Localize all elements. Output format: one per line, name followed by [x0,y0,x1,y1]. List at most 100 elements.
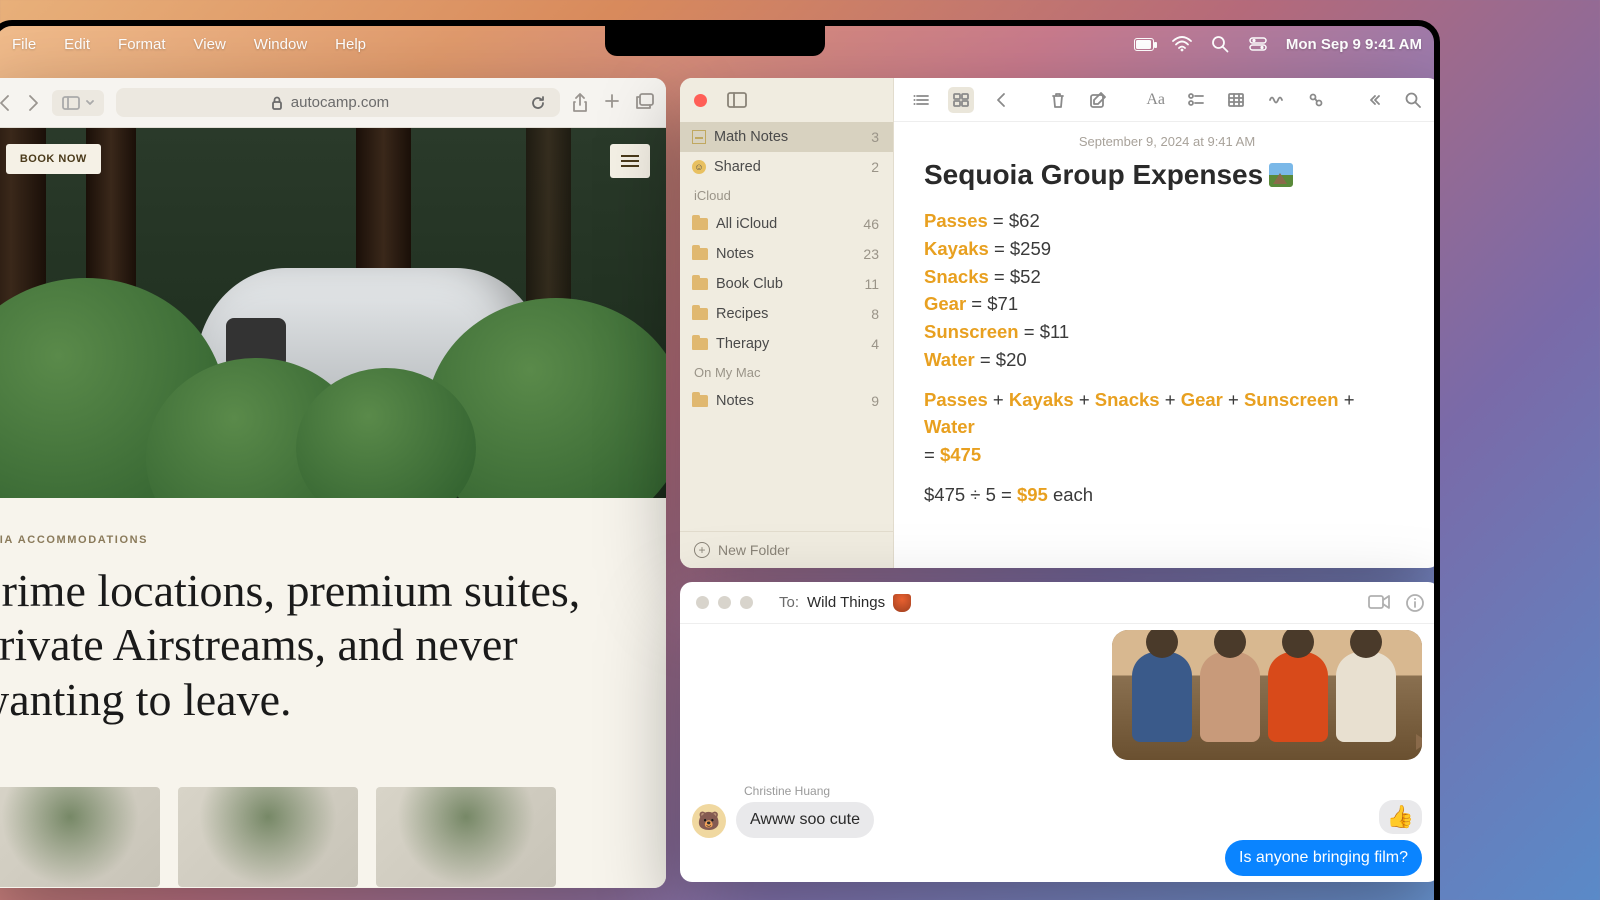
new-tab-icon[interactable] [604,93,620,113]
media-icon[interactable] [1263,87,1289,113]
tapback-reaction[interactable]: 👍 [1379,800,1422,834]
sidebar-item-all-icloud[interactable]: All iCloud46 [680,209,893,239]
safari-url-text: autocamp.com [291,94,389,111]
list-view-icon[interactable] [908,87,934,113]
folder-icon [692,218,708,230]
window-zoom-button[interactable] [740,596,753,609]
incoming-bubble[interactable]: Awww soo cute [736,802,874,838]
safari-right-buttons [572,93,654,113]
messages-to-field[interactable]: To: Wild Things [779,594,911,612]
folder-icon [692,338,708,350]
facetime-icon[interactable] [1368,594,1390,612]
menu-window[interactable]: Window [242,32,319,57]
more-icon[interactable] [1360,87,1386,113]
sidebar-item-notes[interactable]: Notes23 [680,239,893,269]
page-headline: Prime locations, premium suites, private… [0,564,616,727]
menu-edit[interactable]: Edit [52,32,102,57]
math-icon [692,130,706,144]
chevron-down-icon [86,100,94,106]
control-center-icon[interactable] [1248,34,1268,54]
sender-avatar[interactable]: 🐻 [692,804,726,838]
battery-icon[interactable] [1134,34,1154,54]
mountain-emoji-icon [1269,163,1293,187]
thumbnails-row [0,787,666,887]
lock-icon [271,96,283,110]
safari-forward-button[interactable] [26,94,40,112]
sender-name: Christine Huang [744,784,874,798]
menubar-clock[interactable]: Mon Sep 9 9:41 AM [1286,36,1422,53]
outgoing-photo-message[interactable] [1112,630,1422,760]
window-close-button[interactable] [696,596,709,609]
menubar-left: File Edit Format View Window Help [0,32,378,57]
back-icon[interactable] [988,87,1014,113]
sidebar-section-onmymac: On My Mac [680,359,893,386]
safari-address-bar[interactable]: autocamp.com [116,88,560,117]
menu-file[interactable]: File [0,32,48,57]
sidebar-item-recipes[interactable]: Recipes8 [680,299,893,329]
note-editor[interactable]: September 9, 2024 at 9:41 AM Sequoia Gro… [894,122,1434,529]
new-folder-button[interactable]: + New Folder [680,531,893,568]
menu-format[interactable]: Format [106,32,178,57]
messages-window: To: Wild Things 🐻 [680,582,1434,882]
plus-circle-icon: + [694,542,710,558]
format-text-icon[interactable]: Aa [1143,87,1169,113]
safari-nav-buttons [0,94,40,112]
accommodation-thumbnail[interactable] [0,787,160,887]
messages-header: To: Wild Things [680,582,1434,624]
link-icon[interactable] [1303,87,1329,113]
note-expense-line: Snacks = $52 [924,263,1410,291]
note-expense-line: Kayaks = $259 [924,235,1410,263]
sidebar-section-icloud: iCloud [680,182,893,209]
note-title: Sequoia Group Expenses [924,159,1410,191]
notes-sidebar-list: Math Notes 3 ☺Shared 2 iCloud All iCloud… [680,122,893,531]
wifi-icon[interactable] [1172,34,1192,54]
safari-sidebar-button[interactable] [52,90,104,116]
note-date: September 9, 2024 at 9:41 AM [924,134,1410,149]
accommodation-thumbnail[interactable] [376,787,556,887]
sidebar-toggle-icon[interactable] [727,92,747,108]
sidebar-item-shared[interactable]: ☺Shared 2 [680,152,893,182]
menu-help[interactable]: Help [323,32,378,57]
laptop-frame: File Edit Format View Window Help Mon Se… [0,20,1440,900]
info-icon[interactable] [1406,594,1424,612]
safari-back-button[interactable] [0,94,12,112]
notes-sidebar: Math Notes 3 ☺Shared 2 iCloud All iCloud… [680,78,894,568]
sidebar-item-math-notes[interactable]: Math Notes 3 [680,122,893,152]
notes-titlebar [680,78,893,122]
note-divide-expression: $475 ÷ 5 = $95 each [924,481,1410,509]
hero-book-now-button[interactable]: BOOK NOW [6,144,101,174]
share-icon[interactable] [572,93,588,113]
menu-view[interactable]: View [182,32,238,57]
window-minimize-button[interactable] [718,596,731,609]
safari-hero-image: P BOOK NOW [0,128,666,498]
folder-icon [692,248,708,260]
trash-icon[interactable] [1045,87,1071,113]
menubar-right: Mon Sep 9 9:41 AM [1134,34,1422,54]
safari-toolbar: autocamp.com [0,78,666,128]
search-icon[interactable] [1400,87,1426,113]
safari-page-body: UOIA ACCOMMODATIONS Prime locations, pre… [0,498,666,888]
hero-hamburger-button[interactable] [610,144,650,178]
incoming-message: 🐻 Christine Huang Awww soo cute [692,784,874,838]
safari-reload-button[interactable] [530,95,546,111]
messages-thread[interactable]: 🐻 Christine Huang Awww soo cute 👍 Is any… [680,624,1434,882]
window-close-button[interactable] [694,94,707,107]
accommodation-thumbnail[interactable] [178,787,358,887]
display-notch [605,20,825,56]
sidebar-item-local-notes[interactable]: Notes9 [680,386,893,416]
checklist-icon[interactable] [1183,87,1209,113]
gallery-view-icon[interactable] [948,87,974,113]
note-expense-line: Water = $20 [924,346,1410,374]
notes-window: Math Notes 3 ☺Shared 2 iCloud All iCloud… [680,78,1434,568]
outgoing-bubble[interactable]: Is anyone bringing film? [1225,840,1422,876]
table-icon[interactable] [1223,87,1249,113]
notes-main: Aa September 9, 2024 at 9:41 AM Sequoi [894,78,1434,568]
compose-icon[interactable] [1085,87,1111,113]
sidebar-item-book-club[interactable]: Book Club11 [680,269,893,299]
safari-window: autocamp.com [0,78,666,888]
tabs-icon[interactable] [636,93,654,113]
notes-toolbar: Aa [894,78,1434,122]
note-expense-line: Gear = $71 [924,290,1410,318]
sidebar-item-therapy[interactable]: Therapy4 [680,329,893,359]
spotlight-icon[interactable] [1210,34,1230,54]
